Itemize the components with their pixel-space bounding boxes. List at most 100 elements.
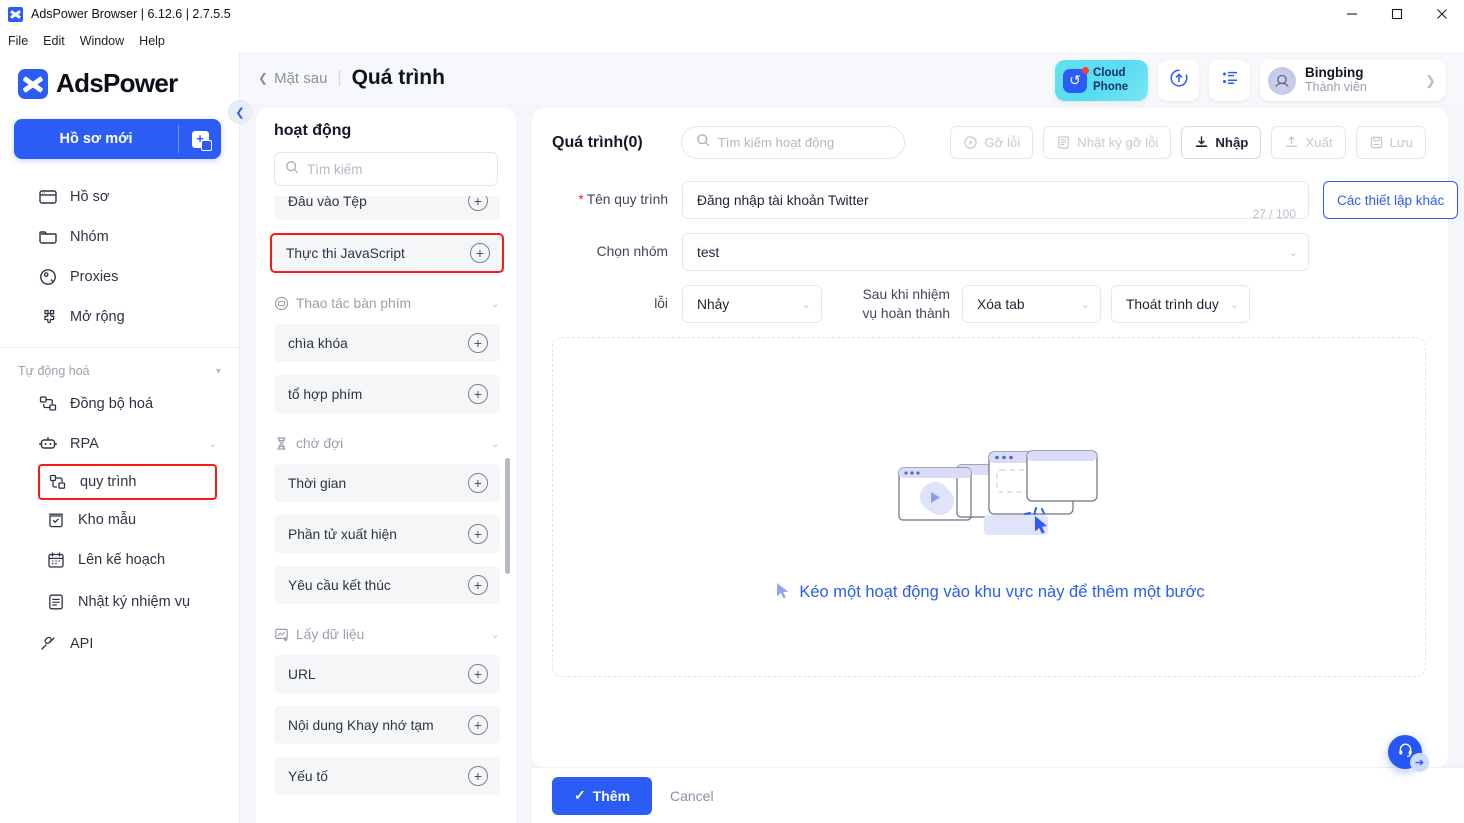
activity-group-wait[interactable]: chờ đợi ⌄ bbox=[274, 426, 500, 460]
add-button[interactable]: ✓ Thêm bbox=[552, 776, 652, 815]
activity-item-clipboard[interactable]: Nội dung Khay nhớ tạm + bbox=[274, 706, 500, 744]
empty-workflow-illustration bbox=[869, 410, 1109, 555]
chevron-down-icon: ⌄ bbox=[1080, 298, 1090, 311]
form-row-name: * Tên quy trình Đăng nhập tài khoản Twitt… bbox=[552, 181, 1459, 221]
keyboard-icon bbox=[274, 296, 289, 311]
add-icon[interactable]: + bbox=[468, 473, 488, 493]
activity-item-request-finish[interactable]: Yêu cầu kết thúc + bbox=[274, 566, 500, 604]
chevron-down-icon: ▾ bbox=[215, 365, 221, 377]
after-task-value-2: Thoát trình duy bbox=[1126, 296, 1219, 312]
activity-item-element[interactable]: Yếu tố + bbox=[274, 757, 500, 795]
log-list-icon bbox=[1056, 135, 1071, 150]
add-icon[interactable]: + bbox=[468, 766, 488, 786]
menu-item-file[interactable]: File bbox=[8, 34, 28, 48]
support-button[interactable]: ➔ bbox=[1388, 735, 1429, 772]
add-icon[interactable]: + bbox=[470, 243, 490, 263]
debug-button[interactable]: Gỡ lỗi bbox=[950, 126, 1034, 159]
more-settings-button[interactable]: Các thiết lập khác bbox=[1323, 181, 1459, 219]
activity-search[interactable] bbox=[274, 152, 498, 186]
breadcrumb-back[interactable]: ❮ Mặt sau bbox=[258, 70, 327, 87]
chevron-down-icon: ⌄ bbox=[801, 298, 811, 311]
activity-item-url[interactable]: URL + bbox=[274, 655, 500, 693]
sidebar-item-groups[interactable]: Nhóm bbox=[0, 217, 239, 257]
add-icon[interactable]: + bbox=[468, 664, 488, 684]
menu-item-edit[interactable]: Edit bbox=[43, 34, 65, 48]
new-profile-button[interactable]: Hồ sơ mới + bbox=[14, 119, 221, 159]
activity-item-key-combo[interactable]: tổ hợp phím + bbox=[274, 375, 500, 413]
sidebar-item-sync[interactable]: Đồng bộ hoá bbox=[0, 384, 239, 424]
add-icon[interactable]: + bbox=[468, 715, 488, 735]
new-profile-add-icon[interactable]: + bbox=[179, 130, 221, 151]
import-label: Nhập bbox=[1215, 135, 1249, 150]
sidebar-item-api[interactable]: API bbox=[0, 624, 239, 664]
cancel-button[interactable]: Cancel bbox=[670, 788, 714, 804]
activity-item-file-input[interactable]: Đầu vào Tệp + bbox=[274, 196, 500, 220]
search-input[interactable] bbox=[717, 135, 894, 150]
flow-icon bbox=[48, 472, 68, 492]
maximize-icon[interactable] bbox=[1374, 0, 1419, 28]
task-list-icon bbox=[1219, 67, 1241, 94]
sidebar-item-templates[interactable]: Kho mẫu bbox=[0, 500, 239, 540]
add-icon[interactable]: + bbox=[468, 384, 488, 404]
activity-list[interactable]: Đầu vào Tệp + Thực thi JavaScript + Thao… bbox=[256, 196, 516, 823]
after-task-select-1[interactable]: Xóa tab ⌄ bbox=[962, 285, 1101, 323]
sidebar-item-task-log[interactable]: Nhật ký nhiệm vụ bbox=[0, 580, 239, 624]
add-icon[interactable]: + bbox=[468, 333, 488, 353]
group-select[interactable]: test ⌄ bbox=[682, 233, 1309, 271]
process-form: * Tên quy trình Đăng nhập tài khoản Twitt… bbox=[532, 159, 1459, 323]
close-icon[interactable] bbox=[1419, 0, 1464, 28]
search-input[interactable] bbox=[307, 161, 487, 177]
cursor-icon bbox=[773, 581, 791, 604]
workflow-dropzone[interactable]: Kéo một hoạt động vào khu vực này để thê… bbox=[552, 337, 1426, 677]
save-icon bbox=[1369, 135, 1384, 150]
sidebar-item-rpa[interactable]: RPA ⌄ bbox=[0, 424, 239, 464]
activity-item-execute-javascript[interactable]: Thực thi JavaScript + bbox=[270, 233, 504, 273]
activity-item-element-appears[interactable]: Phần tử xuất hiện + bbox=[274, 515, 500, 553]
after-task-select-2[interactable]: Thoát trình duy ⌄ bbox=[1111, 285, 1250, 323]
debug-log-button[interactable]: Nhật ký gỡ lỗi bbox=[1043, 126, 1172, 159]
export-button[interactable]: Xuất bbox=[1271, 126, 1346, 159]
user-menu[interactable]: Bingbing Thành viên ❯ bbox=[1260, 60, 1446, 101]
sync-upload-button[interactable] bbox=[1158, 60, 1199, 101]
add-icon[interactable]: + bbox=[468, 524, 488, 544]
left-sidebar: AdsPower Hồ sơ mới + Hồ sơ Nhóm Proxies … bbox=[0, 52, 240, 823]
menu-item-window[interactable]: Window bbox=[80, 34, 124, 48]
menu-item-help[interactable]: Help bbox=[139, 34, 165, 48]
sidebar-item-label: Mở rộng bbox=[70, 309, 125, 325]
task-list-button[interactable] bbox=[1209, 60, 1250, 101]
error-select[interactable]: Nhảy ⌄ bbox=[682, 285, 822, 323]
activity-item-key[interactable]: chìa khóa + bbox=[274, 324, 500, 362]
process-search[interactable] bbox=[680, 126, 905, 159]
cloud-phone-button[interactable]: ↺ Cloud Phone bbox=[1055, 60, 1148, 101]
more-settings-label: Các thiết lập khác bbox=[1337, 192, 1445, 208]
minimize-icon[interactable] bbox=[1329, 0, 1374, 28]
sidebar-group-automation[interactable]: Tự động hoá ▾ bbox=[0, 348, 239, 384]
app-root: AdsPower Browser | 6.12.6 | 2.7.5.5 File… bbox=[0, 0, 1464, 823]
sidebar-item-label: Proxies bbox=[70, 269, 119, 285]
page-title: Quá trình bbox=[351, 66, 445, 89]
sidebar-item-label: Nhật ký nhiệm vụ bbox=[78, 593, 191, 610]
sidebar-item-extensions[interactable]: Mở rộng bbox=[0, 297, 239, 337]
cloud-phone-label-line2: Phone bbox=[1093, 80, 1129, 93]
sidebar-item-label: Kho mẫu bbox=[78, 512, 137, 528]
export-icon bbox=[1284, 135, 1299, 150]
import-button[interactable]: Nhập bbox=[1181, 126, 1262, 159]
activity-group-keyboard[interactable]: Thao tác bàn phím ⌄ bbox=[274, 286, 500, 320]
form-row-group: Chọn nhóm test ⌄ bbox=[552, 233, 1426, 271]
activity-item-time[interactable]: Thời gian + bbox=[274, 464, 500, 502]
save-button[interactable]: Lưu bbox=[1355, 126, 1426, 159]
sidebar-item-profiles[interactable]: Hồ sơ bbox=[0, 177, 239, 217]
process-name-input[interactable]: Đăng nhập tài khoản Twitter 27 / 100 bbox=[682, 181, 1309, 221]
sidebar-collapse-button[interactable]: ❮ bbox=[228, 100, 252, 124]
scrollbar-thumb[interactable] bbox=[505, 458, 510, 574]
add-icon[interactable]: + bbox=[468, 575, 488, 595]
process-panel-header: Quá trình(0) Gỡ lỗi bbox=[532, 108, 1448, 159]
sidebar-item-quy-trinh[interactable]: quy trình bbox=[38, 464, 217, 500]
activity-group-label: Lấy dữ liệu bbox=[296, 626, 365, 642]
activity-list-scrollbar[interactable] bbox=[505, 226, 510, 786]
sidebar-item-proxies[interactable]: Proxies bbox=[0, 257, 239, 297]
sidebar-item-label: Nhóm bbox=[70, 229, 109, 245]
activity-group-get-data[interactable]: Lấy dữ liệu ⌄ bbox=[274, 617, 500, 651]
add-icon[interactable]: + bbox=[468, 196, 488, 211]
sidebar-item-schedule[interactable]: Lên kế hoạch bbox=[0, 540, 239, 580]
